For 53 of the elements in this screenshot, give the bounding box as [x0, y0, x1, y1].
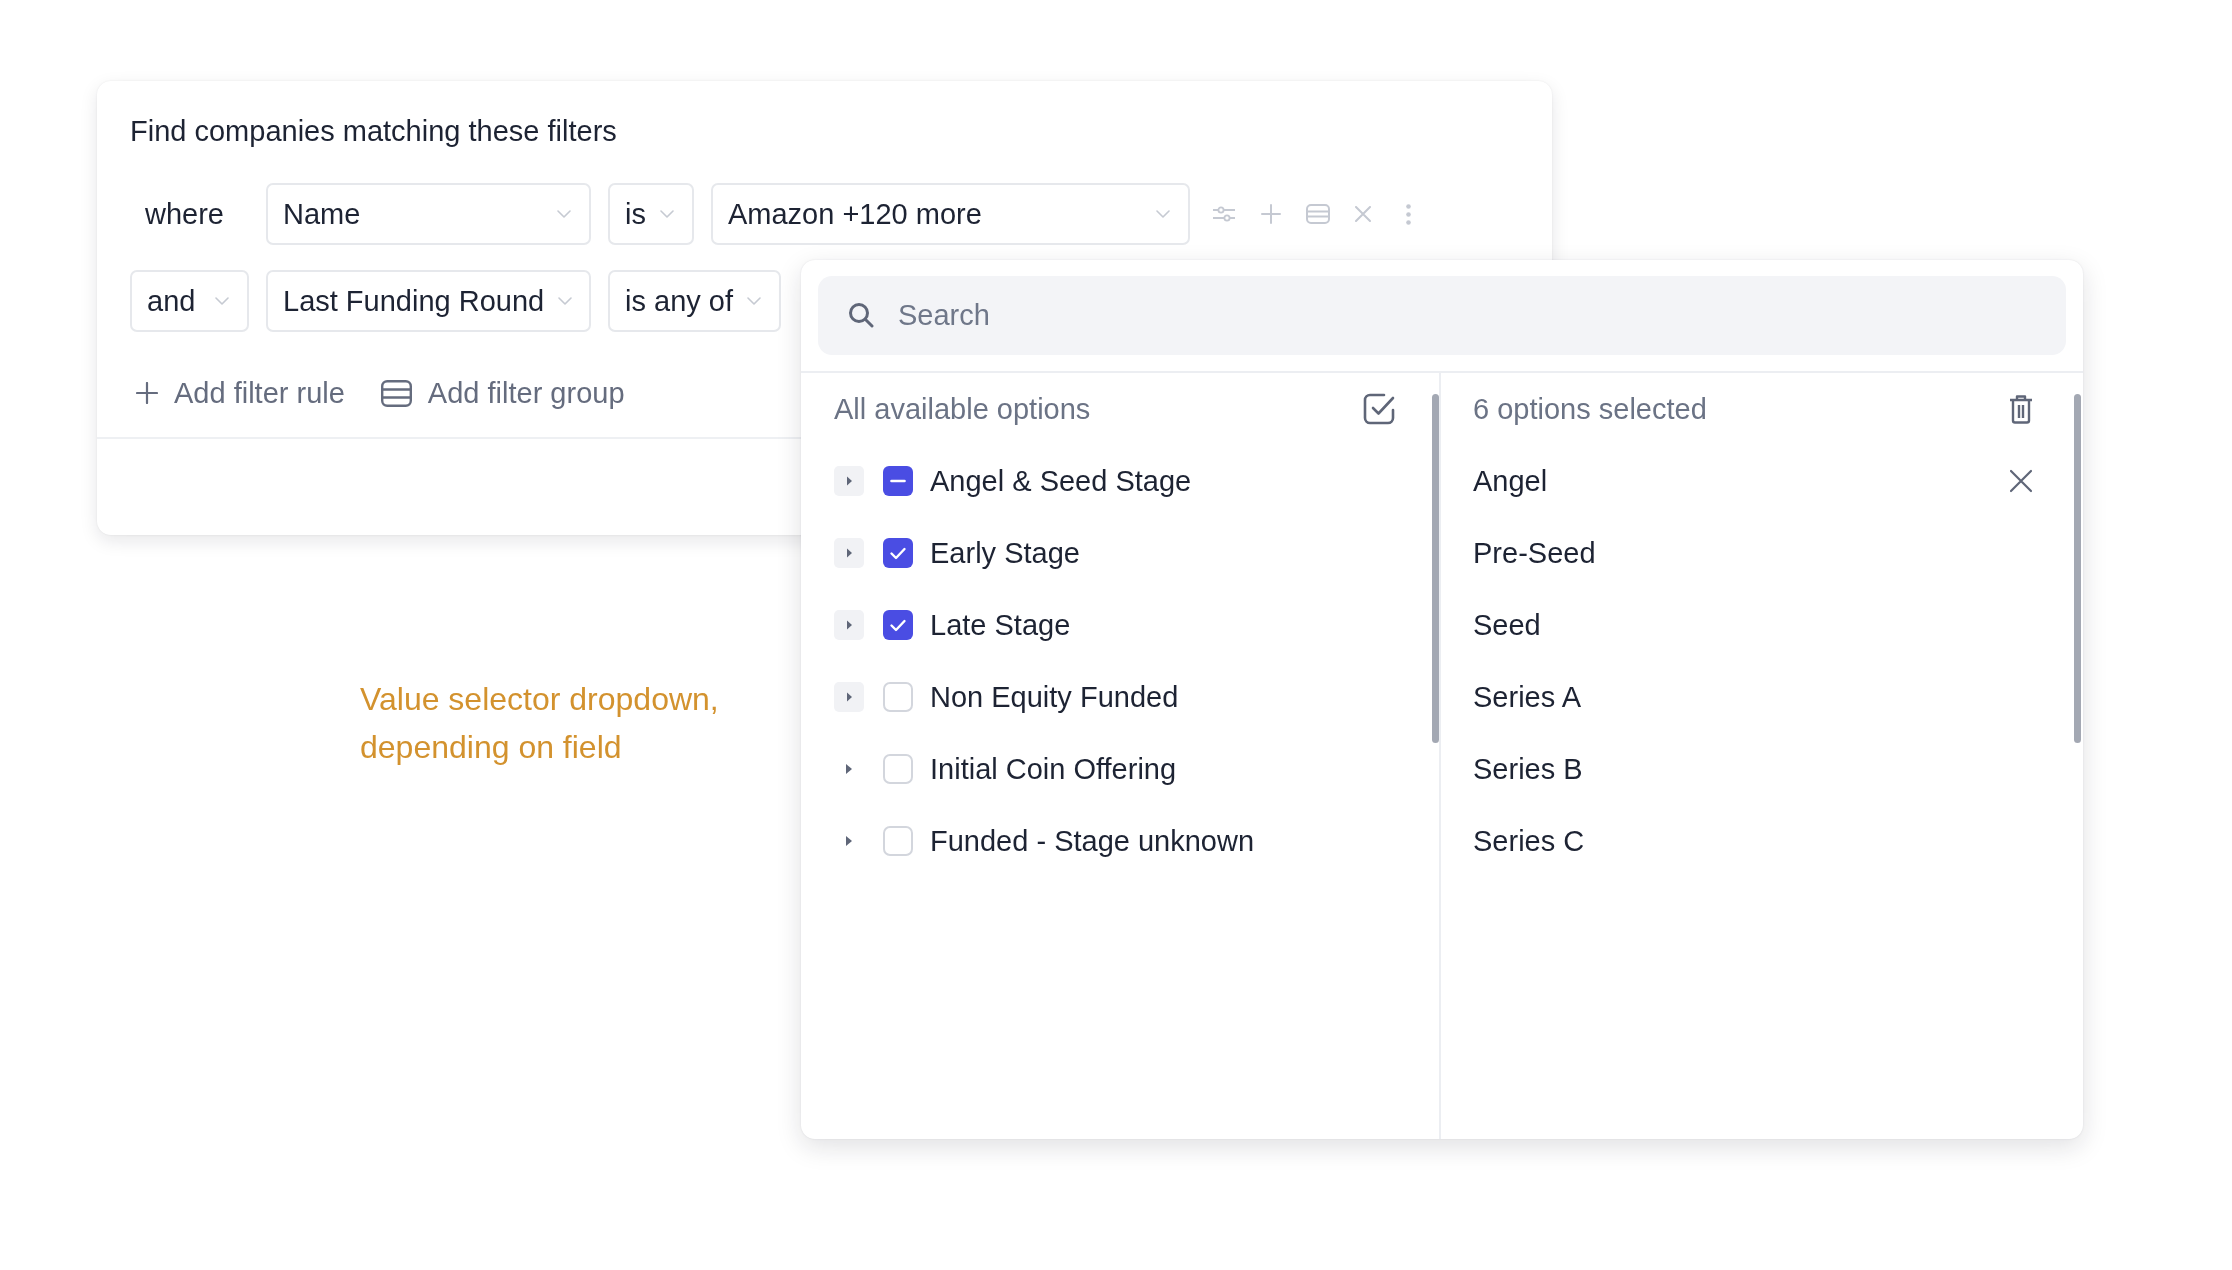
- check-square-icon[interactable]: [1362, 392, 1396, 426]
- caret-icon[interactable]: [834, 538, 864, 568]
- selected-option[interactable]: Seed: [1473, 589, 2067, 661]
- add-group-button[interactable]: Add filter group: [374, 373, 631, 413]
- annotation-text: Value selector dropdown, depending on field: [360, 680, 720, 767]
- search-icon: [848, 302, 874, 328]
- caret-icon[interactable]: [834, 682, 864, 712]
- chevron-down-icon: [659, 210, 674, 218]
- option-label[interactable]: Late Stage: [930, 608, 1071, 642]
- caret-icon[interactable]: [845, 835, 853, 847]
- selected-option[interactable]: Angel: [1473, 445, 2067, 517]
- chevron-down-icon: [747, 297, 761, 305]
- option-label[interactable]: Initial Coin Offering: [930, 752, 1177, 786]
- option-label[interactable]: Funded - Stage unknown: [930, 824, 1255, 858]
- selected-option[interactable]: Series C: [1473, 805, 2067, 877]
- checkbox[interactable]: [883, 538, 913, 568]
- field-select[interactable]: Name: [266, 183, 591, 245]
- operator-select[interactable]: is any of: [608, 270, 781, 332]
- connector-label: where: [144, 197, 225, 231]
- scrollbar-thumb[interactable]: [2074, 394, 2081, 743]
- field-select[interactable]: Last Funding Round: [266, 270, 591, 332]
- selected-option[interactable]: Pre-Seed: [1473, 517, 2067, 589]
- caret-icon[interactable]: [845, 763, 853, 775]
- selected-option[interactable]: Series A: [1473, 661, 2067, 733]
- sliders-icon[interactable]: [1211, 206, 1236, 222]
- option-label[interactable]: Non Equity Funded: [930, 680, 1179, 714]
- checkbox[interactable]: [883, 754, 913, 784]
- caret-icon[interactable]: [834, 610, 864, 640]
- operator-select[interactable]: is: [608, 183, 694, 245]
- chevron-down-icon: [1155, 210, 1170, 218]
- column-heading: 6 options selected: [1473, 392, 1707, 426]
- selected-option[interactable]: Series B: [1473, 733, 2067, 805]
- trash-icon[interactable]: [2009, 394, 2033, 424]
- plus-icon: [136, 382, 158, 404]
- panel-title: Find companies matching these filters: [130, 114, 618, 149]
- checkbox[interactable]: [883, 826, 913, 856]
- search-field[interactable]: Search: [818, 276, 2066, 355]
- checkbox[interactable]: [883, 610, 913, 640]
- checkbox[interactable]: [883, 682, 913, 712]
- table-icon: [380, 379, 412, 407]
- option-label[interactable]: Angel & Seed Stage: [930, 464, 1192, 498]
- connector-select[interactable]: and: [130, 270, 249, 332]
- chevron-down-icon: [215, 297, 229, 305]
- chevron-down-icon: [558, 297, 573, 305]
- caret-icon[interactable]: [834, 466, 864, 496]
- remove-icon[interactable]: [2009, 469, 2033, 493]
- value-select[interactable]: Amazon +120 more: [710, 183, 1190, 245]
- scrollbar-thumb[interactable]: [1432, 394, 1439, 743]
- checkbox[interactable]: [883, 466, 913, 496]
- chevron-down-icon: [557, 210, 571, 218]
- add-rule-button[interactable]: Add filter rule: [130, 373, 351, 413]
- column-heading: All available options: [834, 392, 1091, 426]
- option-label[interactable]: Early Stage: [930, 536, 1080, 570]
